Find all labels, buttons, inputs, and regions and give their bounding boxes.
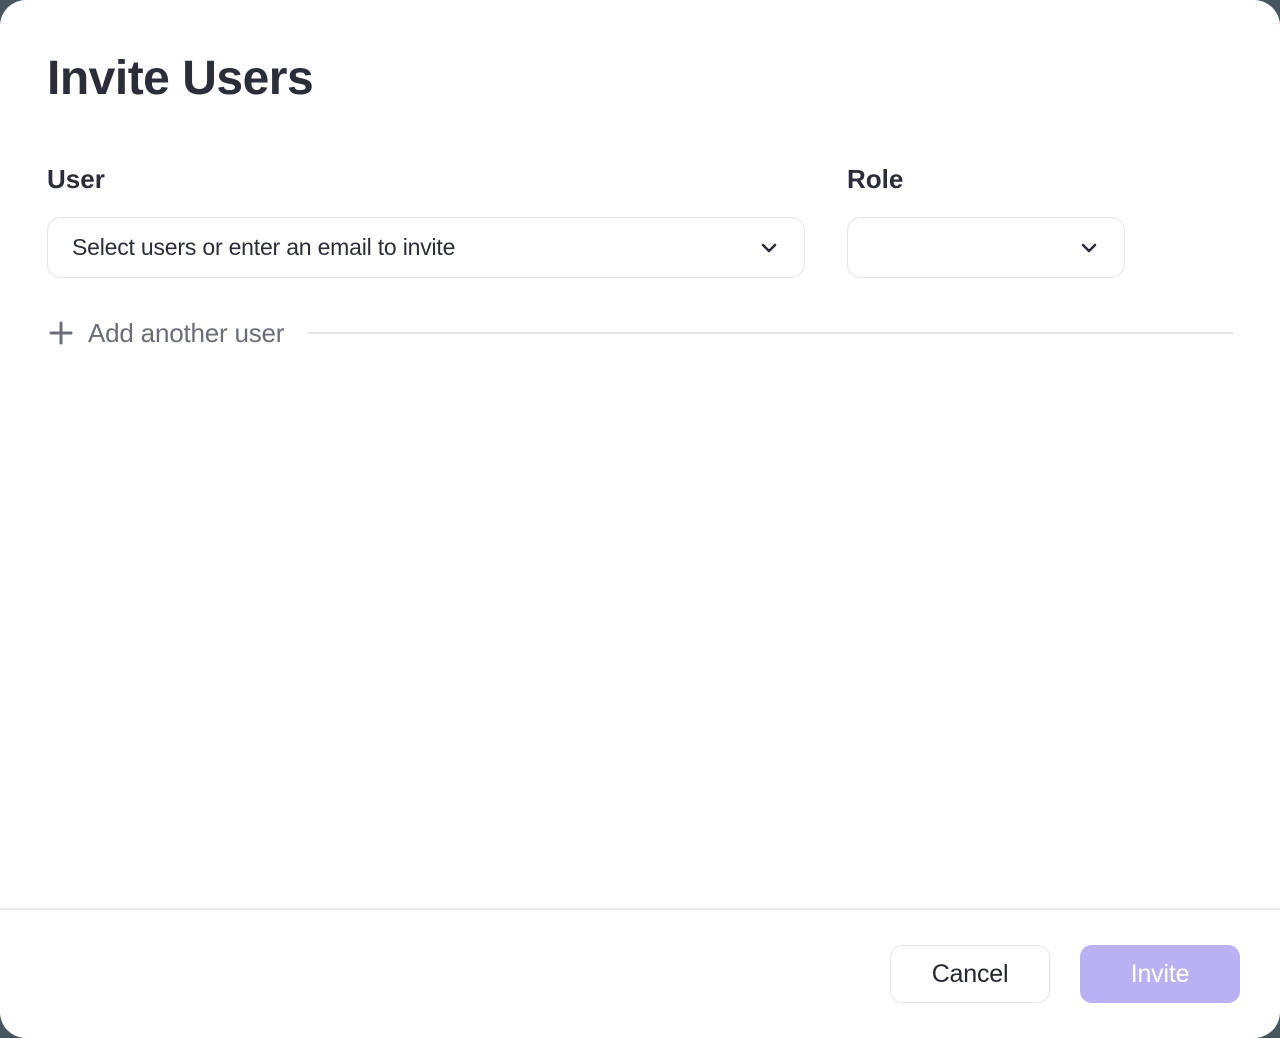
- dialog-footer: Cancel Invite: [0, 908, 1280, 1038]
- user-field-group: User Select users or enter an email to i…: [47, 164, 805, 278]
- add-user-row: Add another user: [47, 308, 1233, 358]
- user-select[interactable]: Select users or enter an email to invite: [47, 217, 805, 278]
- dialog-body: Invite Users User Select users or enter …: [0, 0, 1280, 908]
- invite-row: User Select users or enter an email to i…: [47, 164, 1233, 278]
- invite-button[interactable]: Invite: [1080, 945, 1240, 1003]
- add-user-divider: [308, 332, 1233, 334]
- add-another-user-button[interactable]: Add another user: [47, 318, 284, 349]
- role-select[interactable]: [847, 217, 1125, 278]
- chevron-down-icon: [1078, 237, 1100, 259]
- plus-icon: [47, 319, 75, 347]
- user-field-label: User: [47, 164, 805, 194]
- page-title: Invite Users: [47, 54, 1233, 104]
- role-field-label: Role: [847, 164, 1125, 194]
- user-select-placeholder: Select users or enter an email to invite: [72, 234, 455, 261]
- add-another-user-label: Add another user: [88, 318, 284, 349]
- role-field-group: Role: [847, 164, 1125, 278]
- chevron-down-icon: [758, 237, 780, 259]
- invite-users-dialog: Invite Users User Select users or enter …: [0, 0, 1280, 1038]
- cancel-button[interactable]: Cancel: [890, 945, 1050, 1003]
